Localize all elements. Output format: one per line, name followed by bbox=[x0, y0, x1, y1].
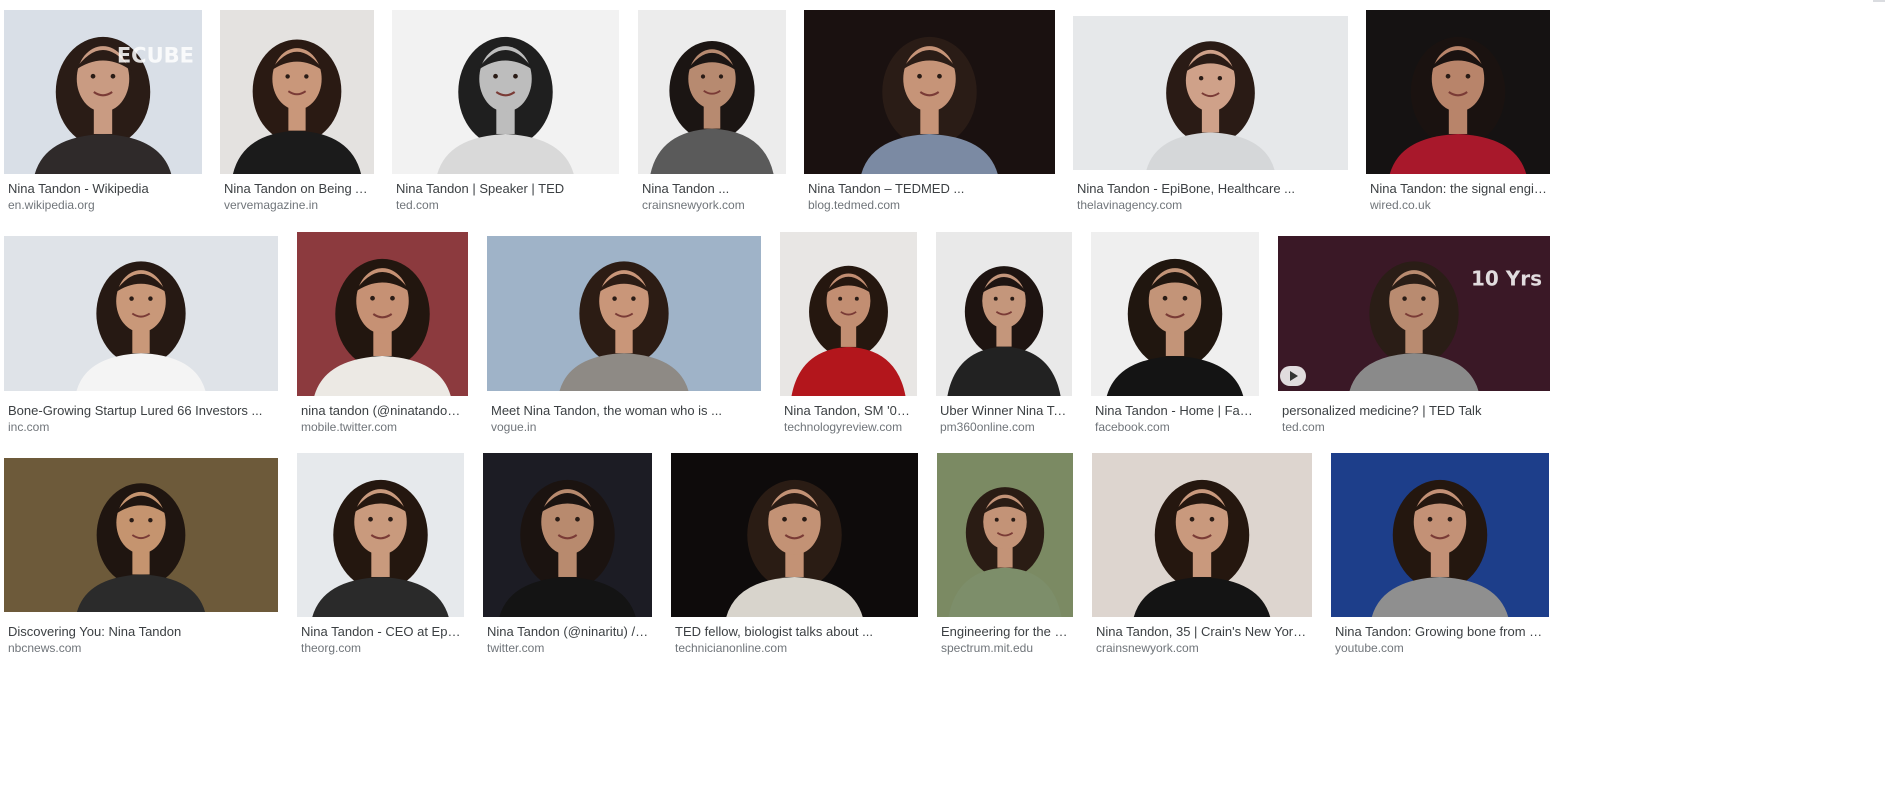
result-thumbnail[interactable] bbox=[1091, 232, 1259, 396]
result-source-domain[interactable]: facebook.com bbox=[1095, 420, 1257, 435]
result-source-domain[interactable]: ted.com bbox=[396, 198, 617, 213]
result-source-domain[interactable]: blog.tedmed.com bbox=[808, 198, 1053, 213]
result-source-domain[interactable]: wired.co.uk bbox=[1370, 198, 1548, 213]
result-thumbnail[interactable] bbox=[297, 453, 464, 617]
result-source-domain[interactable]: spectrum.mit.edu bbox=[941, 641, 1071, 656]
result-thumbnail[interactable]: 10 Yrs bbox=[1278, 236, 1550, 391]
result-source-domain[interactable]: crainsnewyork.com bbox=[1096, 641, 1310, 656]
result-thumbnail[interactable] bbox=[638, 10, 786, 174]
result-thumbnail[interactable] bbox=[487, 236, 761, 391]
result-source-domain[interactable]: theorg.com bbox=[301, 641, 462, 656]
result-thumbnail[interactable] bbox=[1366, 10, 1550, 174]
result-source-domain[interactable]: thelavinagency.com bbox=[1077, 198, 1346, 213]
result-source-domain[interactable]: ted.com bbox=[1282, 420, 1548, 435]
result-thumbnail[interactable] bbox=[671, 453, 918, 617]
result-title-link[interactable]: Nina Tandon, 35 | Crain's New York Busin… bbox=[1096, 624, 1310, 640]
result-title-link[interactable]: Discovering You: Nina Tandon bbox=[8, 624, 276, 640]
result-source-domain[interactable]: vervemagazine.in bbox=[224, 198, 372, 213]
result-thumbnail[interactable] bbox=[780, 232, 917, 396]
result-thumbnail[interactable] bbox=[483, 453, 652, 617]
result-title-link[interactable]: Nina Tandon – TEDMED ... bbox=[808, 181, 1053, 197]
result-thumbnail[interactable] bbox=[1073, 16, 1348, 170]
result-title-link[interactable]: TED fellow, biologist talks about ... bbox=[675, 624, 916, 640]
result-title-link[interactable]: Nina Tandon - Home | Facebook bbox=[1095, 403, 1257, 419]
result-title-link[interactable]: Engineering for the worl... bbox=[941, 624, 1071, 640]
result-source-domain[interactable]: youtube.com bbox=[1335, 641, 1547, 656]
result-title-link[interactable]: Uber Winner Nina Tando... bbox=[940, 403, 1070, 419]
thumbnail-overlay-text: ECUBE bbox=[117, 43, 194, 67]
result-thumbnail[interactable] bbox=[4, 236, 278, 391]
result-title-link[interactable]: Nina Tandon on Being An E... bbox=[224, 181, 372, 197]
result-title-link[interactable]: Nina Tandon, SM '06 | M... bbox=[784, 403, 915, 419]
result-title-link[interactable]: Nina Tandon - Wikipedia bbox=[8, 181, 200, 197]
result-title-link[interactable]: Bone-Growing Startup Lured 66 Investors … bbox=[8, 403, 276, 419]
result-source-domain[interactable]: nbcnews.com bbox=[8, 641, 276, 656]
video-play-icon[interactable] bbox=[1280, 366, 1306, 386]
result-title-link[interactable]: nina tandon (@ninatandon) / T... bbox=[301, 403, 466, 419]
result-title-link[interactable]: Nina Tandon - CEO at EpiBone... bbox=[301, 624, 462, 640]
result-thumbnail[interactable]: ECUBE bbox=[4, 10, 202, 174]
result-title-link[interactable]: Nina Tandon ... bbox=[642, 181, 784, 197]
window-edge-mark bbox=[1873, 0, 1885, 2]
result-source-domain[interactable]: vogue.in bbox=[491, 420, 759, 435]
result-source-domain[interactable]: inc.com bbox=[8, 420, 276, 435]
result-title-link[interactable]: Nina Tandon - EpiBone, Healthcare ... bbox=[1077, 181, 1346, 197]
result-thumbnail[interactable] bbox=[4, 458, 278, 612]
result-thumbnail[interactable] bbox=[804, 10, 1055, 174]
result-thumbnail[interactable] bbox=[392, 10, 619, 174]
result-title-link[interactable]: Nina Tandon | Speaker | TED bbox=[396, 181, 617, 197]
result-source-domain[interactable]: twitter.com bbox=[487, 641, 650, 656]
result-source-domain[interactable]: mobile.twitter.com bbox=[301, 420, 466, 435]
result-thumbnail[interactable] bbox=[1092, 453, 1312, 617]
result-source-domain[interactable]: crainsnewyork.com bbox=[642, 198, 784, 213]
result-title-link[interactable]: Meet Nina Tandon, the woman who is ... bbox=[491, 403, 759, 419]
result-thumbnail[interactable] bbox=[297, 232, 468, 396]
result-source-domain[interactable]: pm360online.com bbox=[940, 420, 1070, 435]
result-title-link[interactable]: Nina Tandon: Growing bone from your o... bbox=[1335, 624, 1547, 640]
result-title-link[interactable]: Nina Tandon (@ninaritu) / Twit... bbox=[487, 624, 650, 640]
result-thumbnail[interactable] bbox=[1331, 453, 1549, 617]
result-thumbnail[interactable] bbox=[220, 10, 374, 174]
result-source-domain[interactable]: en.wikipedia.org bbox=[8, 198, 200, 213]
result-title-link[interactable]: personalized medicine? | TED Talk bbox=[1282, 403, 1548, 419]
result-source-domain[interactable]: technologyreview.com bbox=[784, 420, 915, 435]
result-title-link[interactable]: Nina Tandon: the signal engineer ... bbox=[1370, 181, 1548, 197]
result-source-domain[interactable]: technicianonline.com bbox=[675, 641, 916, 656]
result-thumbnail[interactable] bbox=[936, 232, 1072, 396]
thumbnail-overlay-text: 10 Yrs bbox=[1471, 267, 1542, 291]
result-thumbnail[interactable] bbox=[937, 453, 1073, 617]
